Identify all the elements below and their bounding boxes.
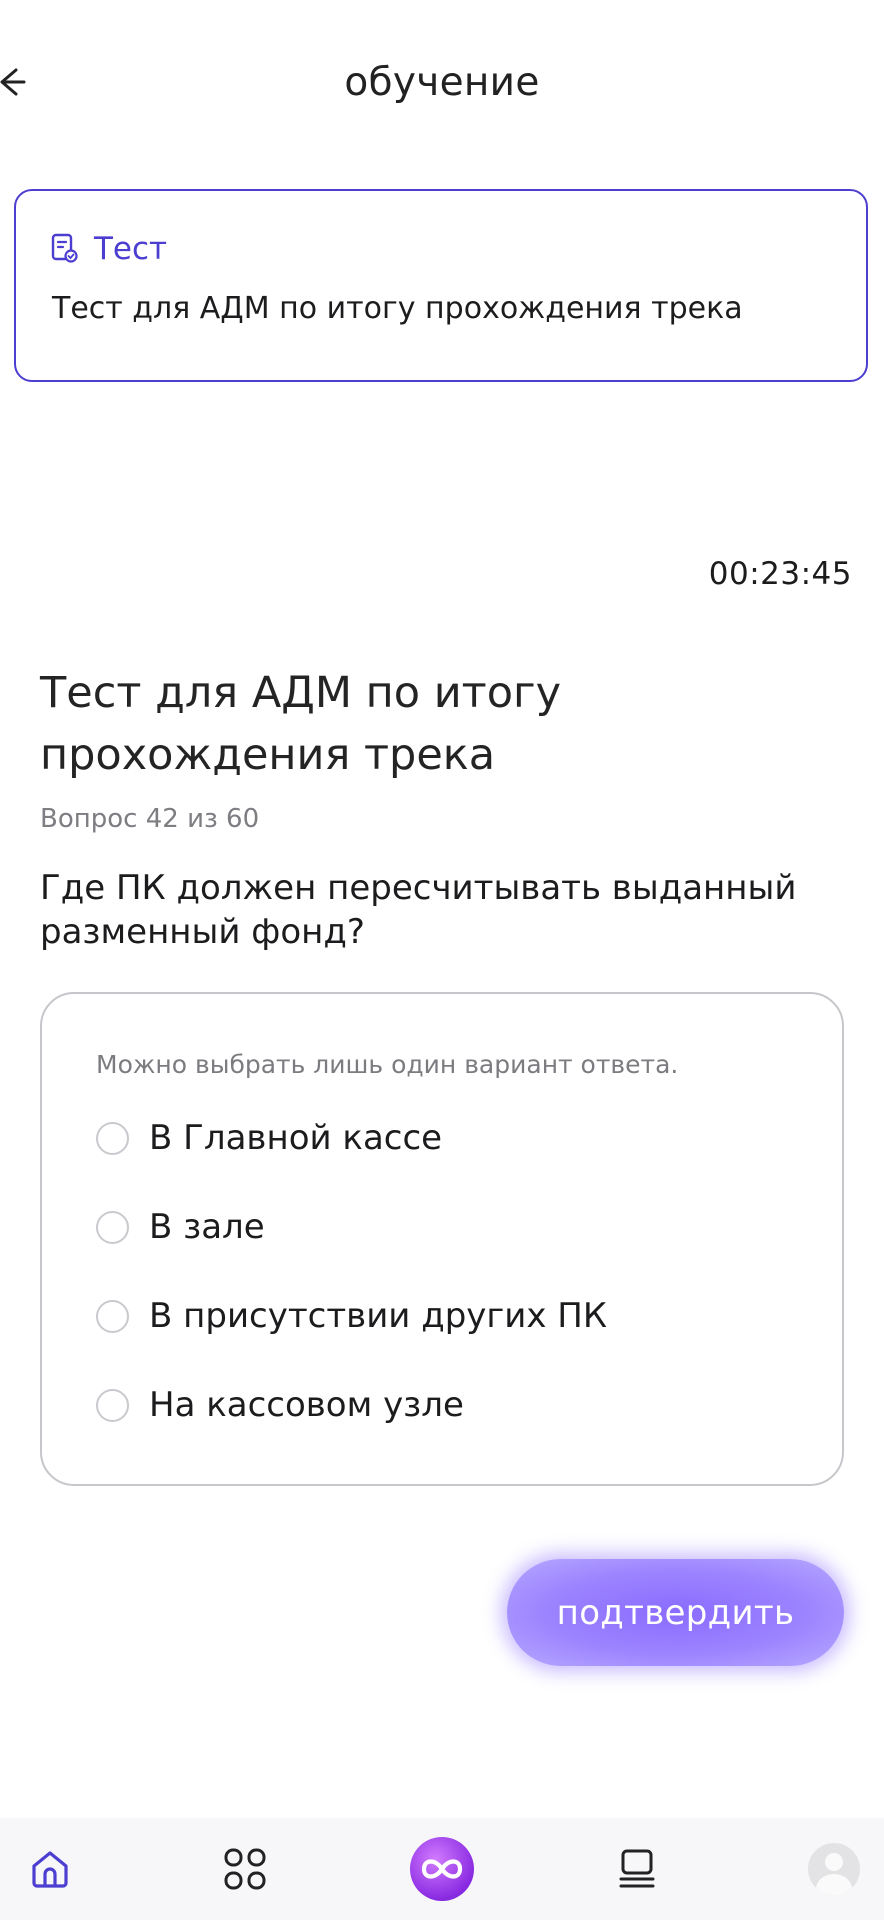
answer-option[interactable]: В Главной кассе: [96, 1108, 442, 1168]
selection-hint: Можно выбрать лишь один вариант ответа.: [96, 1050, 679, 1079]
answer-option-label: В зале: [149, 1207, 265, 1247]
avatar-icon: [808, 1843, 860, 1895]
tab-list[interactable]: [598, 1818, 678, 1920]
question-counter: Вопрос 42 из 60: [40, 804, 260, 834]
answer-option[interactable]: В присутствии других ПК: [96, 1286, 607, 1346]
course-item-card[interactable]: Тест Тест для АДМ по итогу прохождения т…: [14, 189, 868, 382]
radio-button[interactable]: [96, 1388, 129, 1422]
answer-option[interactable]: В зале: [96, 1197, 265, 1257]
tab-profile[interactable]: [794, 1818, 874, 1920]
radio-button[interactable]: [96, 1299, 129, 1333]
list-icon: [619, 1849, 655, 1888]
confirm-button[interactable]: подтвердить: [507, 1559, 844, 1666]
page-title: обучение: [344, 60, 540, 105]
radio-button[interactable]: [96, 1121, 129, 1155]
tab-catalog[interactable]: [205, 1818, 285, 1920]
answer-option-label: На кассовом узле: [149, 1385, 464, 1425]
test-title: Тест для АДМ по итогу прохождения трека: [40, 668, 562, 780]
radio-button[interactable]: [96, 1210, 129, 1244]
home-icon: [32, 1851, 68, 1888]
item-type-label: Тест: [94, 231, 168, 267]
answers-card: Можно выбрать лишь один вариант ответа. …: [40, 992, 844, 1486]
grid-icon: [224, 1848, 266, 1890]
item-description: Тест для АДМ по итогу прохождения трека: [52, 291, 743, 326]
tab-brand[interactable]: [402, 1818, 482, 1920]
question-text: Где ПК должен пересчитывать выданный раз…: [40, 868, 797, 952]
answer-option[interactable]: На кассовом узле: [96, 1375, 464, 1435]
answer-option-label: В присутствии других ПК: [149, 1296, 608, 1336]
countdown-timer: 00:23:45: [708, 556, 852, 592]
tab-home[interactable]: [10, 1818, 90, 1920]
test-document-icon: [51, 233, 78, 263]
answer-option-label: В Главной кассе: [149, 1118, 443, 1158]
bottom-tab-bar: [0, 1818, 884, 1920]
infinity-icon: [410, 1837, 474, 1901]
